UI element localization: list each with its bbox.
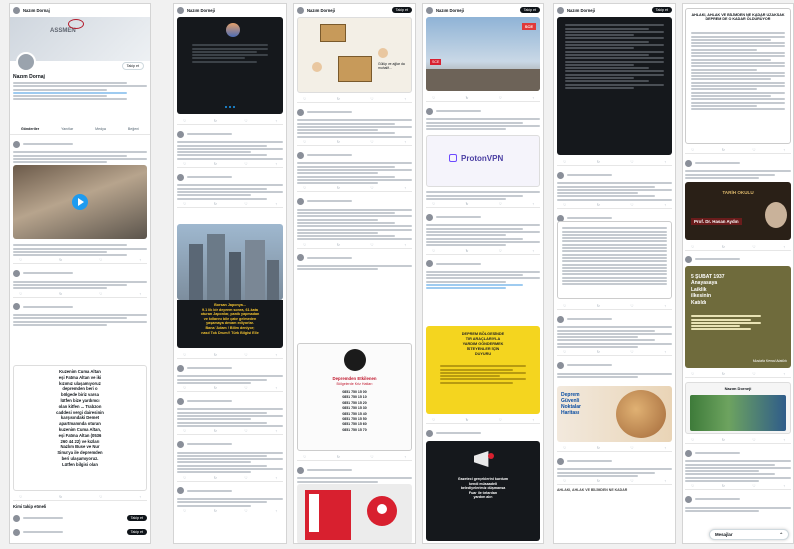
- speakers-card[interactable]: Nazım Dorneji: [685, 382, 791, 434]
- document-title: AHLAKI, AHLAK VE BİLİMDEN NE KADAR UZAKS…: [691, 13, 785, 22]
- tab-media[interactable]: Medya: [95, 127, 106, 131]
- tweet-author: Nazım Dorneji: [187, 7, 215, 13]
- megaphone-text: Gazeteci gerçeklerini kurdum kendi müsaad…: [430, 477, 536, 500]
- follow-button[interactable]: Takip et: [651, 7, 672, 13]
- follow-suggestion-button[interactable]: Takip et: [126, 515, 147, 521]
- crisis-hotline-poster[interactable]: Depremden Etkilenen Bölgelerde Kriz Hatl…: [297, 343, 412, 451]
- tweet-column-6[interactable]: AHLAKI, AHLAK VE BİLİMDEN NE KADAR UZAKS…: [682, 3, 794, 544]
- chevron-up-icon[interactable]: ⌃: [779, 532, 783, 538]
- tweet-image-dark-list[interactable]: [557, 17, 672, 155]
- map-title: Deprem Güvenli Noktalar Haritası: [561, 392, 581, 416]
- quote-line: Lütfen bilgisi olan: [62, 461, 98, 467]
- profile-header: Nazım Dornaj: [10, 4, 150, 16]
- tweet-image-table[interactable]: [557, 221, 672, 299]
- laiklik-poster[interactable]: 5 ŞUBAT 1937 Anayasaya Laiklik ilkesinin Kat…: [685, 266, 791, 368]
- messages-label: Mesajlar: [715, 532, 733, 537]
- avatar-in-image: [226, 23, 240, 37]
- tweet-image-rubble[interactable]: [13, 165, 147, 239]
- tweet-column-4[interactable]: Nazım Dorneji Takip et SCE SCE ♡ ↻ ♡ ↑ Proto…: [422, 3, 544, 544]
- messages-bar[interactable]: Mesajlar ⌃: [709, 529, 789, 540]
- caption-text: Borsan Japonya... 9.1 lik bir deprem sonr…: [179, 303, 281, 335]
- tweet-column-2[interactable]: Nazım Dorneji ♡ ↻ ♡ ↑ ♡ ↻ ♡ ↑ ♡ ↻ ♡ ↑ Borsan Japo…: [173, 3, 287, 544]
- banner-text: ASSMEN: [50, 28, 76, 34]
- tweet-image-dark[interactable]: [177, 17, 283, 114]
- speaker-photo: [765, 202, 787, 228]
- tweet-author: Nazım Dorneji: [307, 7, 335, 13]
- tweet-author: Nazım Dorneji: [567, 7, 595, 13]
- deprem-map-card[interactable]: Deprem Güvenli Noktalar Haritası: [557, 386, 672, 442]
- protonvpn-logo-icon: [449, 154, 457, 162]
- location-pin-icon: [367, 496, 397, 526]
- poster-quote-author: Mustafa Kemal Atatürk: [752, 358, 787, 363]
- avatar[interactable]: [13, 6, 20, 14]
- tab-replies[interactable]: Yanıtlar: [61, 127, 73, 131]
- megaphone-line: yardım alın: [473, 495, 493, 500]
- caption-line: nasıl Tok Drum!! Türk Bilgisi Elle: [201, 330, 259, 335]
- follow-button[interactable]: Takip et: [391, 7, 412, 13]
- tweet-image-cartoon[interactable]: Gülüp ve ağlar da muhalif...: [297, 17, 412, 93]
- poster-logo-icon: [344, 349, 366, 371]
- map-title-line: Haritası: [561, 410, 580, 416]
- tweet-column-5[interactable]: Nazım Dorneji Takip et ♡ ↻ ♡ ↑ ♡ ↻ ♡ ↑ ♡…: [553, 3, 676, 544]
- event-label: TARİH OKULU: [722, 190, 754, 195]
- tab-likes[interactable]: Beğeni: [128, 127, 139, 131]
- speakers-card-title: Nazım Dorneji: [724, 386, 752, 391]
- document-image[interactable]: AHLAKI, AHLAK VE BİLİMDEN NE KADAR UZAKS…: [685, 8, 791, 144]
- profile-display-name: Nazım Dornaj: [13, 74, 45, 80]
- tweet-image-megaphone[interactable]: Gazeteci gerçeklerini kurdum kendi müsaad…: [426, 441, 540, 541]
- follow-button[interactable]: Takip et: [519, 7, 540, 13]
- poster-heading: 5 ŞUBAT 1937 Anayasaya Laiklik ilkesinin Kat…: [691, 274, 725, 306]
- yellow-notice[interactable]: DEPREM BÖLGESİNDE TIR ARAÇLARIYLA YARDIM G…: [426, 326, 540, 414]
- profile-tabs: Gönderiler Yanıtlar Medya Beğeni: [10, 127, 150, 135]
- poster-title: Depremden Etkilenen: [332, 376, 377, 381]
- play-icon[interactable]: [72, 194, 88, 210]
- quote-text: Kuzenim Cuma Altan eşi Fatma Altan ve iki…: [16, 369, 144, 468]
- cartoon-label: Gülüp ve ağlar da muhalif...: [378, 62, 405, 70]
- profile-column[interactable]: Nazım Dornaj ASSMEN Takip et Nazım Dorna…: [9, 3, 151, 544]
- notice-line: DUYURU: [474, 352, 492, 356]
- poster-phones: 0851 750 15 00 0851 750 15 10 0851 750 15 …: [300, 390, 409, 433]
- follow-button[interactable]: Takip et: [121, 62, 144, 70]
- profile-avatar[interactable]: [16, 52, 36, 72]
- tweet-image-skyline[interactable]: [177, 224, 283, 300]
- poster-subtitle: Bölgelerde Kriz Hatları: [336, 382, 373, 386]
- event-banner[interactable]: TARİH OKULU Prof. Dr. Hasan Aydın: [685, 182, 791, 240]
- who-to-follow-title: Kimi takip etmeli: [13, 504, 47, 509]
- yellow-notice-text: DEPREM BÖLGESİNDE TIR ARAÇLARIYLA YARDIM G…: [429, 332, 537, 357]
- phone-number: 0851 750 15 70: [342, 427, 367, 432]
- tweet-image-sign[interactable]: [297, 484, 412, 543]
- protonvpn-title: ProtonVPN: [461, 154, 504, 163]
- poster-heading-line: Katıldı: [691, 299, 707, 306]
- megaphone-icon: [474, 451, 489, 467]
- tab-posts[interactable]: Gönderiler: [21, 127, 39, 131]
- bottom-doc-title: AHLAKI, AHLAK VE BİLİMDEN NE KADAR: [557, 488, 628, 493]
- tweet-author: Nazım Dorneji: [436, 7, 464, 13]
- speaker-name: Prof. Dr. Hasan Aydın: [691, 218, 742, 226]
- quote-card[interactable]: Kuzenim Cuma Altan eşi Fatma Altan ve iki…: [13, 365, 147, 491]
- protonvpn-card[interactable]: ProtonVPN: [426, 135, 540, 187]
- tweet-column-3[interactable]: Nazım Dorneji Takip et Gülüp ve ağlar da …: [293, 3, 416, 544]
- tweet-image-rescue[interactable]: SCE SCE: [426, 17, 540, 91]
- profile-name: Nazım Dornaj: [23, 7, 50, 13]
- logo-icon: [68, 19, 84, 29]
- follow-suggestion-button[interactable]: Takip et: [126, 529, 147, 535]
- caption-panel: Borsan Japonya... 9.1 lik bir deprem sonr…: [177, 300, 283, 348]
